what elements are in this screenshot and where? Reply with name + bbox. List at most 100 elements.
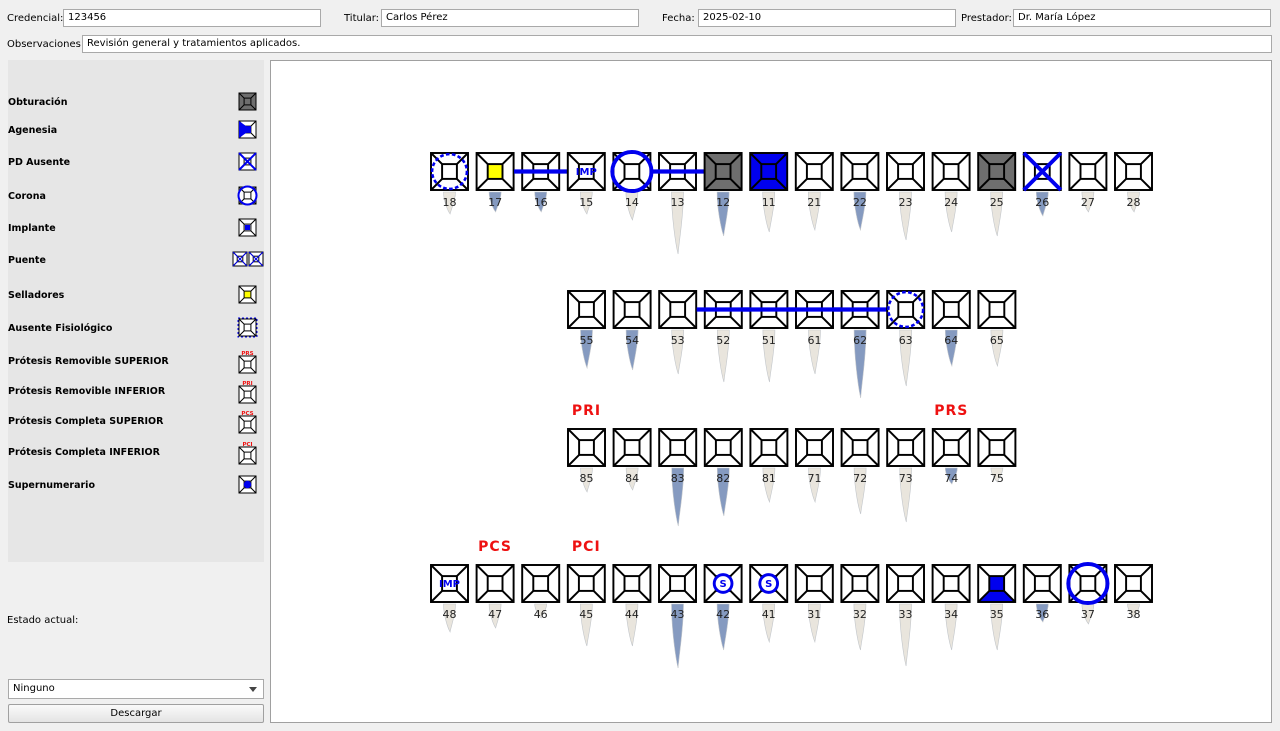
legend-label: Supernumerario (8, 480, 95, 491)
tooth-number: 47 (488, 608, 502, 621)
legend-item[interactable]: Obturación (8, 91, 264, 115)
tooth-71[interactable]: 71 (795, 428, 834, 504)
tooth-16[interactable]: 16 (514, 152, 568, 213)
tooth-33[interactable]: 33 (886, 564, 925, 667)
tooth-number: 63 (899, 334, 913, 347)
tooth-75[interactable]: 75 (977, 428, 1017, 485)
tooth-53[interactable]: 53 (658, 290, 698, 375)
tooth-61[interactable]: 61 (787, 290, 842, 375)
tooth-28[interactable]: 28 (1114, 152, 1153, 213)
download-button[interactable]: Descargar (8, 704, 264, 723)
odontogram-svg: 18 17 16 IMP 15 14 13 12 11 21 22 23 24 25 26 27 28 55 54 5… (430, 149, 1153, 669)
tooth-47[interactable]: 47 PCS (475, 539, 515, 629)
legend-item[interactable]: Prótesis Removible SUPERIOR PRS (8, 350, 264, 374)
tooth-number: 17 (488, 196, 502, 209)
tooth-73[interactable]: 73 (886, 428, 926, 523)
tooth-15[interactable]: IMP 15 (566, 152, 606, 215)
tooth-number: 32 (853, 608, 867, 621)
legend-label: Obturación (8, 97, 68, 108)
tooth-45[interactable]: 45 PCI (566, 539, 606, 647)
tooth-72[interactable]: 72 (840, 428, 880, 515)
tooth-63[interactable]: 63 (886, 290, 926, 387)
tooth-82[interactable]: 82 (703, 428, 743, 517)
tooth-38[interactable]: 38 (1114, 564, 1153, 621)
legend-item[interactable]: Implante (8, 217, 264, 241)
tooth-41[interactable]: S 41 (749, 564, 789, 644)
tooth-51[interactable]: 51 (742, 290, 796, 383)
tooth-44[interactable]: 44 (612, 564, 652, 647)
tooth-22[interactable]: 22 (840, 152, 880, 232)
fecha-field[interactable]: 2025-02-10 (698, 9, 956, 27)
tooth-21[interactable]: 21 (794, 152, 834, 232)
tooth-number: 14 (625, 196, 639, 209)
tooth-64[interactable]: 64 (931, 290, 971, 368)
legend-label: Prótesis Removible INFERIOR (8, 386, 166, 397)
legend-item[interactable]: Prótesis Completa INFERIOR PCI (8, 441, 264, 465)
pd-ausente-icon (238, 152, 257, 171)
tooth-23[interactable]: 23 (886, 152, 925, 241)
tooth-31[interactable]: 31 (794, 564, 834, 644)
tooth-number: 41 (762, 608, 776, 621)
pri-icon: PRI (238, 381, 257, 404)
prestador-field[interactable]: Dr. María López (1013, 9, 1271, 27)
legend-item[interactable]: Supernumerario (8, 474, 264, 498)
titular-field[interactable]: Carlos Pérez (381, 9, 639, 27)
implante-icon (238, 218, 257, 237)
legend-item[interactable]: Ausente Fisiológico (8, 317, 264, 341)
prs-icon: PRS (238, 351, 257, 374)
tooth-46[interactable]: 46 (521, 564, 561, 621)
tooth-74[interactable]: 74 PRS (931, 403, 971, 485)
legend-item[interactable]: Corona (8, 185, 264, 209)
tooth-35[interactable]: 35 (977, 564, 1017, 651)
tooth-65[interactable]: 65 (977, 290, 1017, 368)
legend-label: Prótesis Removible SUPERIOR (8, 356, 169, 367)
legend-item[interactable]: Puente (8, 249, 264, 273)
tooth-14[interactable]: 14 (610, 149, 654, 221)
tooth-17[interactable]: 17 (475, 152, 515, 213)
tooth-34[interactable]: 34 (931, 564, 971, 651)
estado-select[interactable]: Ninguno (8, 679, 264, 699)
tooth-18[interactable]: 18 (430, 152, 469, 215)
tooth-52[interactable]: 52 (696, 290, 750, 383)
estado-actual-label: Estado actual: (7, 615, 79, 626)
tooth-26[interactable]: 26 (1022, 151, 1063, 217)
tooth-number: 28 (1127, 196, 1141, 209)
legend-item[interactable]: Prótesis Removible INFERIOR PRI (8, 380, 264, 404)
corona-icon (237, 185, 258, 206)
tooth-11[interactable]: 11 (749, 152, 789, 233)
credencial-field[interactable]: 123456 (63, 9, 321, 27)
tooth-mark: S (719, 579, 726, 590)
tooth-81[interactable]: 81 (749, 428, 789, 504)
tooth-42[interactable]: S 42 (703, 564, 743, 651)
tooth-number: 71 (808, 472, 822, 485)
tooth-number: 61 (808, 334, 822, 347)
tooth-83[interactable]: 83 (658, 428, 698, 527)
tooth-85[interactable]: 85 PRI (567, 403, 606, 493)
legend-icon-text: PRS (241, 351, 253, 357)
tooth-36[interactable]: 36 (1022, 564, 1062, 623)
tooth-84[interactable]: 84 (612, 428, 652, 491)
tooth-number: 46 (534, 608, 548, 621)
prosthesis-tag: PRS (934, 403, 968, 419)
tooth-27[interactable]: 27 (1068, 152, 1108, 213)
tooth-37[interactable]: 37 (1066, 561, 1110, 625)
tooth-number: 62 (853, 334, 867, 347)
puente-icon (232, 251, 264, 267)
tooth-32[interactable]: 32 (840, 564, 880, 651)
tooth-13[interactable]: 13 (650, 152, 705, 255)
legend-label: Corona (8, 191, 46, 202)
tooth-55[interactable]: 55 (567, 290, 606, 370)
observaciones-field[interactable]: Revisión general y tratamientos aplicado… (82, 35, 1272, 53)
legend-item[interactable]: Prótesis Completa SUPERIOR PCS (8, 410, 264, 434)
legend-item[interactable]: PD Ausente (8, 151, 264, 175)
tooth-12[interactable]: 12 (703, 152, 743, 237)
tooth-62[interactable]: 62 (833, 290, 887, 399)
legend-icon-text: PCI (242, 442, 252, 448)
tooth-54[interactable]: 54 (612, 290, 652, 371)
tooth-43[interactable]: 43 (658, 564, 697, 669)
legend-item[interactable]: Agenesia (8, 119, 264, 143)
tooth-48[interactable]: IMP 48 (430, 564, 469, 633)
legend-item[interactable]: Selladores (8, 284, 264, 308)
tooth-24[interactable]: 24 (931, 152, 971, 233)
tooth-25[interactable]: 25 (977, 152, 1017, 237)
